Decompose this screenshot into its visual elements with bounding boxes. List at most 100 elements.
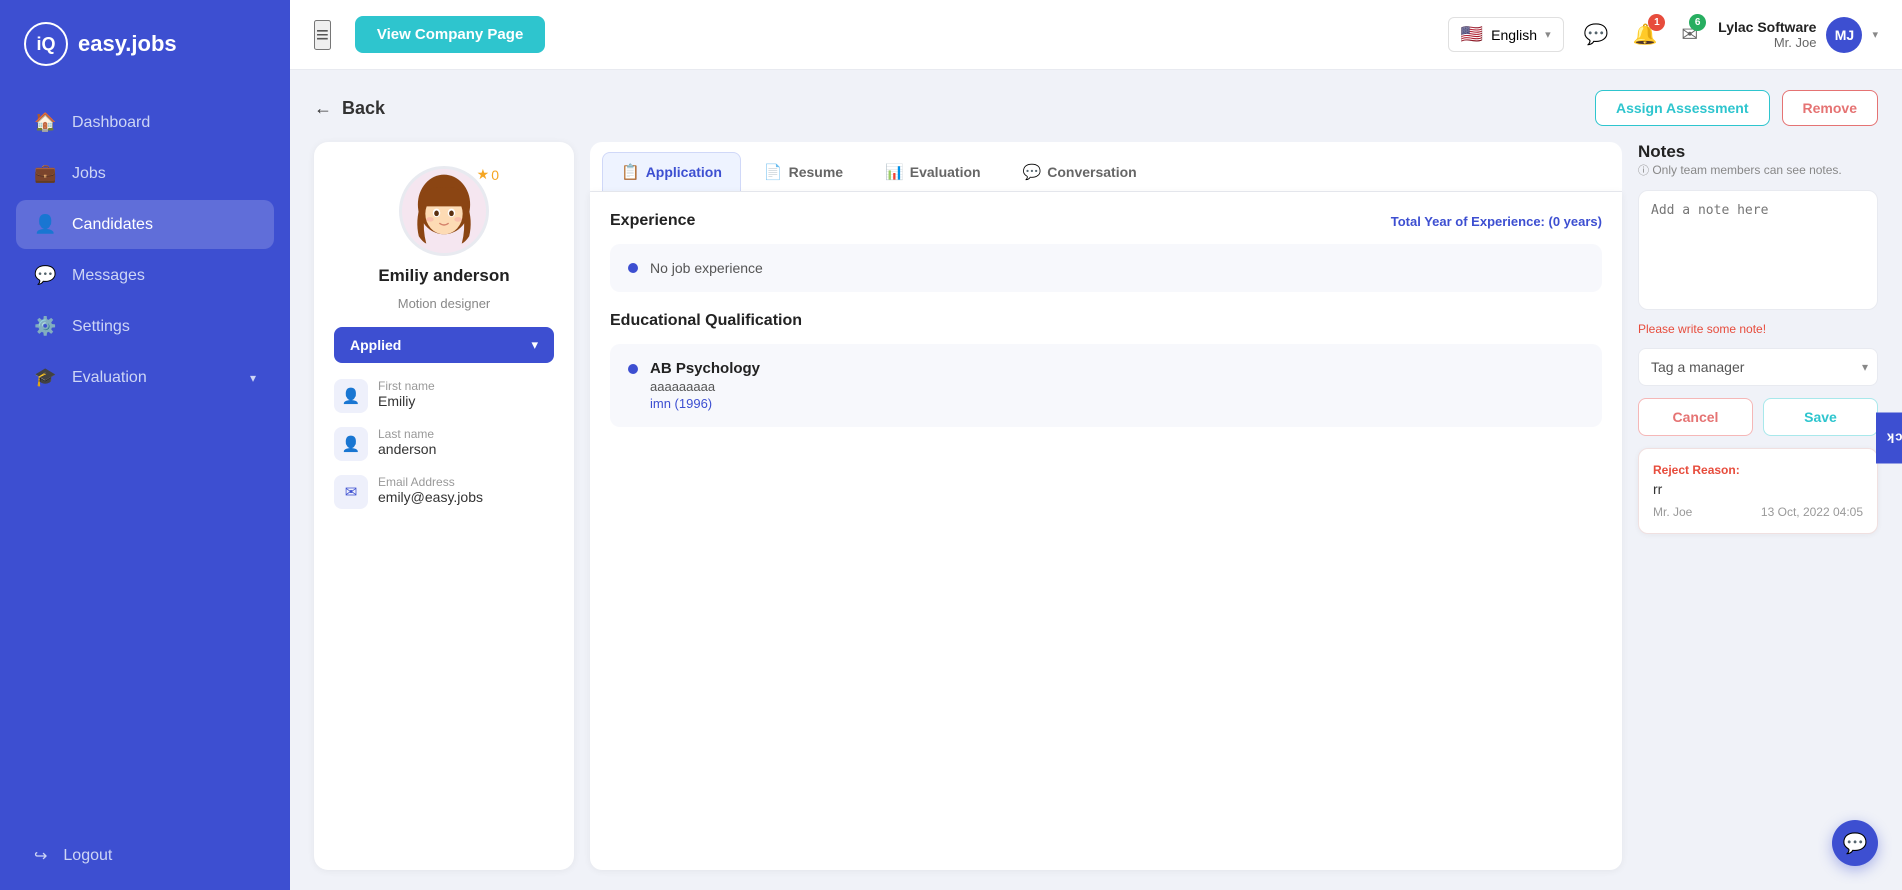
user-profile[interactable]: Lylac Software Mr. Joe MJ ▾ (1718, 17, 1878, 53)
settings-icon: ⚙️ (34, 316, 56, 337)
notes-header: Notes ⓘ Only team members can see notes. (1638, 142, 1878, 178)
sidebar-item-jobs[interactable]: 💼 Jobs (16, 149, 274, 198)
home-icon: 🏠 (34, 112, 56, 133)
sidebar-item-candidates[interactable]: 👤 Candidates (16, 200, 274, 249)
save-button[interactable]: Save (1763, 398, 1878, 436)
tab-conversation[interactable]: 💬 Conversation (1004, 152, 1156, 191)
jobs-icon: 💼 (34, 163, 56, 184)
assign-assessment-button[interactable]: Assign Assessment (1595, 90, 1770, 126)
application-tab-label: Application (646, 164, 722, 180)
language-selector[interactable]: 🇺🇸 English ▾ (1448, 17, 1564, 52)
experience-section-header: Experience Total Year of Experience: (0 … (610, 212, 1602, 230)
email-content: Email Address emily@easy.jobs (378, 475, 483, 505)
first-name-content: First name Emiliy (378, 379, 435, 409)
logout-item[interactable]: ↪ Logout (0, 832, 290, 890)
person2-icon: 👤 (334, 427, 368, 461)
tab-body: Experience Total Year of Experience: (0 … (590, 192, 1622, 870)
view-company-button[interactable]: View Company Page (355, 16, 545, 53)
candidates-icon: 👤 (34, 214, 56, 235)
notes-textarea[interactable] (1638, 190, 1878, 310)
email-icon: ✉ (334, 475, 368, 509)
back-button[interactable]: ← Back (314, 98, 385, 119)
cards-row: ★ 0 Emiliy anderson Motion designer Appl… (314, 142, 1878, 870)
logo-text: easy.jobs (78, 31, 177, 57)
content-area: ← Back Assign Assessment Remove (290, 70, 1902, 890)
exp-dot (628, 263, 638, 273)
user-info: Lylac Software Mr. Joe (1718, 19, 1816, 50)
notes-title: Notes (1638, 142, 1878, 162)
tabs-bar: 📋 Application 📄 Resume 📊 Evaluation 💬 Co… (590, 142, 1622, 192)
cancel-button[interactable]: Cancel (1638, 398, 1753, 436)
reject-value: rr (1653, 481, 1863, 497)
chat-fab-icon: 💬 (1843, 831, 1868, 856)
status-label: Applied (350, 337, 401, 353)
edu-degree: AB Psychology (650, 360, 760, 377)
last-name-label: Last name (378, 427, 436, 441)
chat-icon-button[interactable]: 💬 (1580, 18, 1613, 51)
hamburger-icon: ≡ (316, 22, 329, 47)
dropdown-chevron-icon: ▾ (531, 337, 538, 353)
conversation-tab-label: Conversation (1047, 164, 1136, 180)
remove-button[interactable]: Remove (1782, 90, 1878, 126)
chevron-down-icon: ▾ (1872, 28, 1878, 41)
notes-panel: Notes ⓘ Only team members can see notes.… (1638, 142, 1878, 870)
messages-button[interactable]: ✉ 6 (1677, 18, 1702, 51)
sidebar-item-evaluation[interactable]: 🎓 Evaluation ▾ (16, 353, 274, 402)
tag-manager-select[interactable]: Tag a manager (1638, 348, 1878, 386)
candidate-title: Motion designer (398, 296, 491, 311)
education-title: Educational Qualification (610, 312, 802, 330)
experience-box: No job experience (610, 244, 1602, 292)
last-name-value: anderson (378, 441, 436, 457)
feedback-tab[interactable]: Feedback (1876, 412, 1902, 463)
logout-label: Logout (63, 847, 112, 865)
notes-actions: Cancel Save (1638, 398, 1878, 436)
sidebar-item-label: Candidates (72, 216, 153, 234)
logout-icon: ↪ (34, 846, 47, 866)
tab-evaluation[interactable]: 📊 Evaluation (866, 152, 999, 191)
notes-subtitle-text: Only team members can see notes. (1652, 163, 1841, 177)
sidebar-item-settings[interactable]: ⚙️ Settings (16, 302, 274, 351)
sidebar-item-messages[interactable]: 💬 Messages (16, 251, 274, 300)
resume-tab-icon: 📄 (764, 163, 783, 181)
logo: iQ easy.jobs (0, 0, 290, 88)
reject-timestamp: 13 Oct, 2022 04:05 (1761, 505, 1863, 519)
reject-meta: Mr. Joe 13 Oct, 2022 04:05 (1653, 505, 1863, 519)
evaluation-tab-label: Evaluation (910, 164, 981, 180)
total-experience: Total Year of Experience: (0 years) (1391, 214, 1602, 229)
status-dropdown[interactable]: Applied ▾ (334, 327, 554, 363)
candidate-card: ★ 0 Emiliy anderson Motion designer Appl… (314, 142, 574, 870)
education-section-header: Educational Qualification (610, 312, 1602, 330)
tag-manager-wrap: Tag a manager ▾ (1638, 348, 1878, 386)
evaluation-tab-icon: 📊 (885, 163, 904, 181)
first-name-field: 👤 First name Emiliy (334, 379, 554, 413)
reject-author: Mr. Joe (1653, 505, 1692, 519)
company-name: Lylac Software (1718, 19, 1816, 35)
sidebar-item-label: Settings (72, 318, 130, 336)
logo-icon: iQ (24, 22, 68, 66)
notification-button[interactable]: 🔔 1 (1629, 18, 1662, 51)
tab-application[interactable]: 📋 Application (602, 152, 741, 191)
star-icon: ★ (477, 166, 490, 183)
avatar: MJ (1826, 17, 1862, 53)
chat-icon: 💬 (1584, 24, 1609, 46)
edu-content: AB Psychology aaaaaaaaa imn (1996) (650, 360, 760, 411)
chevron-down-icon: ▾ (1545, 28, 1551, 41)
chat-fab-button[interactable]: 💬 (1832, 820, 1878, 866)
tabs-content: 📋 Application 📄 Resume 📊 Evaluation 💬 Co… (590, 142, 1622, 870)
topbar: ≡ View Company Page 🇺🇸 English ▾ 💬 🔔 1 ✉… (290, 0, 1902, 70)
email-value: emily@easy.jobs (378, 489, 483, 505)
tab-resume[interactable]: 📄 Resume (745, 152, 862, 191)
language-label: English (1491, 27, 1537, 43)
back-label: Back (342, 98, 385, 119)
messages-badge: 6 (1689, 14, 1706, 31)
email-field: ✉ Email Address emily@easy.jobs (334, 475, 554, 509)
candidate-avatar (399, 166, 489, 256)
edu-year: imn (1996) (650, 396, 760, 411)
sidebar-item-label: Messages (72, 267, 145, 285)
messages-icon: 💬 (34, 265, 56, 286)
sidebar-item-dashboard[interactable]: 🏠 Dashboard (16, 98, 274, 147)
star-rating: ★ 0 (477, 166, 499, 183)
back-arrow-icon: ← (314, 98, 332, 119)
hamburger-button[interactable]: ≡ (314, 20, 331, 50)
candidate-avatar-wrap: ★ 0 (399, 166, 489, 256)
